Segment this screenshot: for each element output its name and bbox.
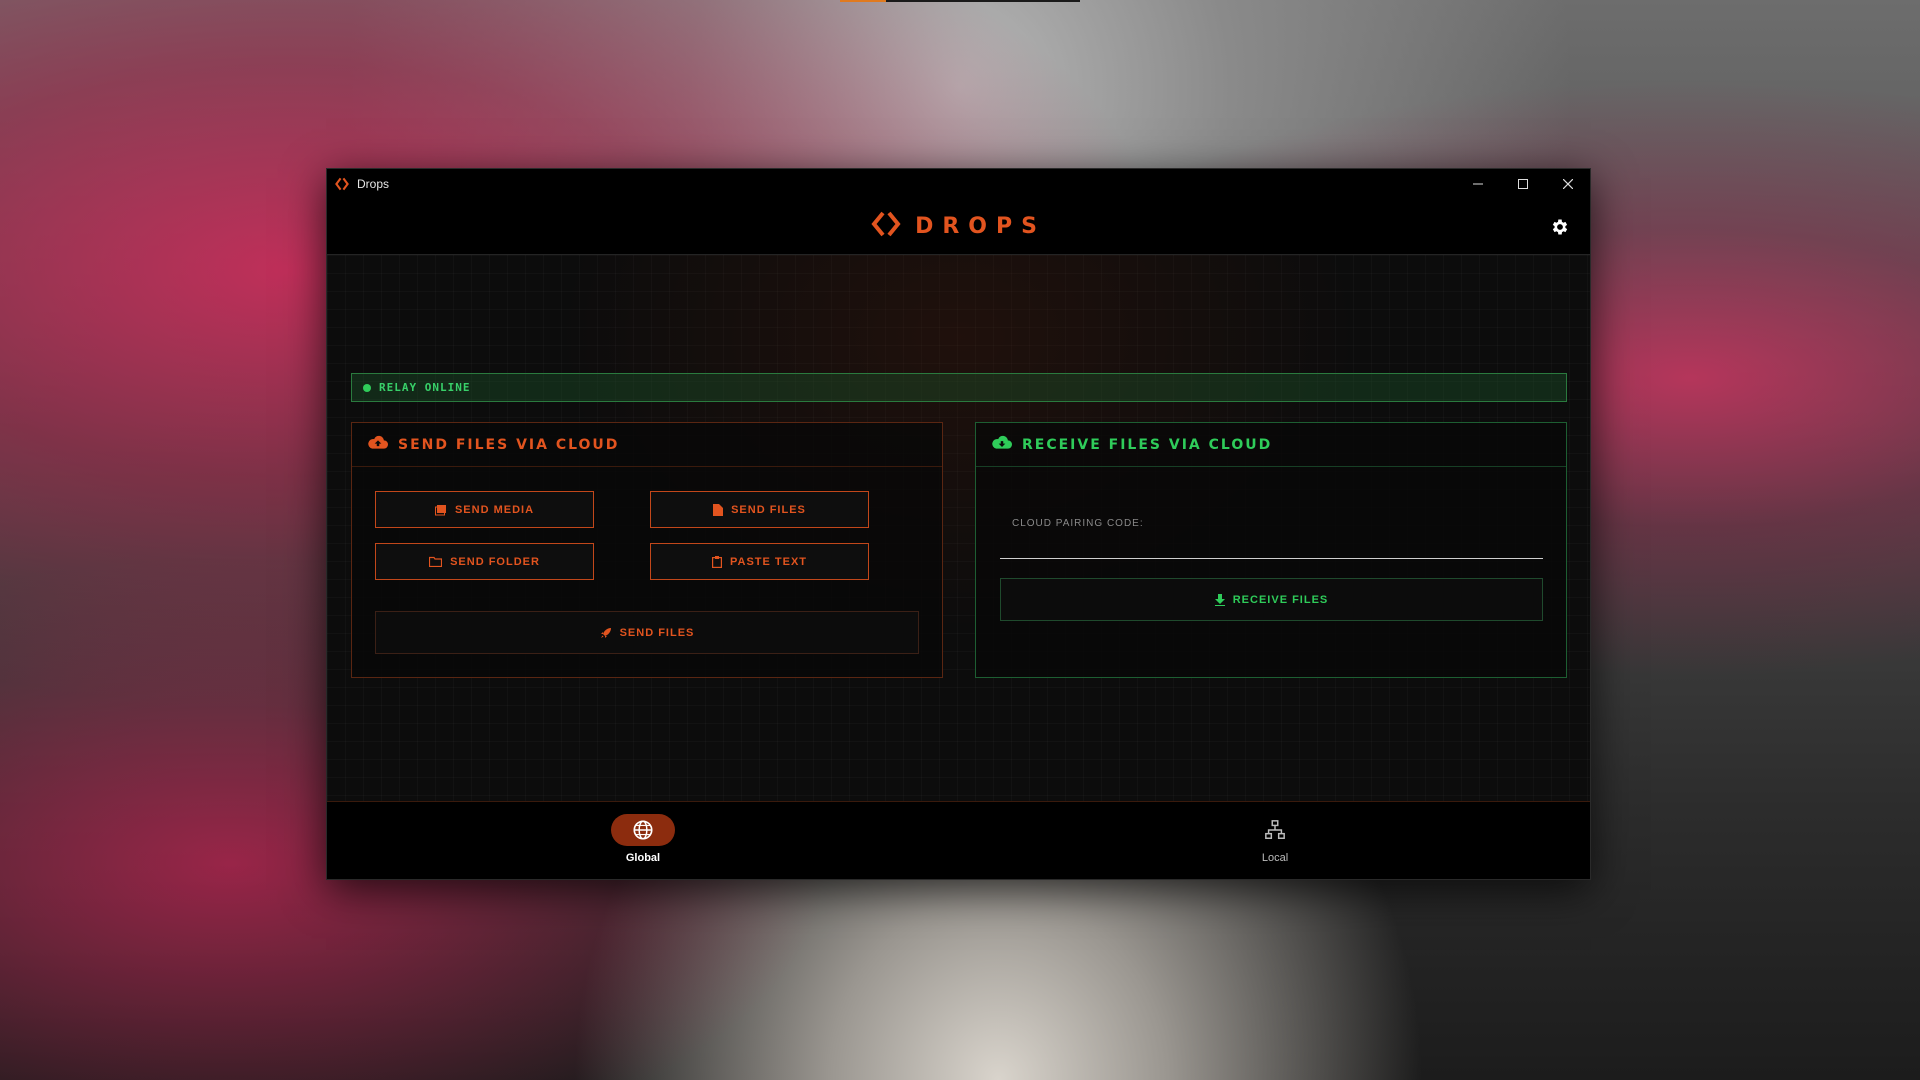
file-icon: [713, 503, 724, 516]
app-header: DROPS: [327, 199, 1590, 255]
network-icon: [1265, 820, 1285, 839]
paste-text-label: PASTE TEXT: [729, 555, 808, 568]
status-dot: [363, 383, 371, 392]
nav-global[interactable]: Global: [583, 814, 703, 864]
send-files-label: SEND FILES: [731, 503, 806, 516]
send-media-label: SEND MEDIA: [454, 503, 535, 516]
brand-name: DROPS: [915, 214, 1046, 239]
send-panel-header: SEND FILES VIA CLOUD: [352, 423, 942, 467]
globe-icon: [633, 820, 653, 840]
send-files-primary-label: SEND FILES: [619, 626, 695, 639]
maximize-icon: [1517, 179, 1528, 189]
main-content: RELAY ONLINE SEND FILES VIA CLOUD SEND M…: [327, 255, 1590, 801]
receive-panel-header: RECEIVE FILES VIA CLOUD: [976, 423, 1566, 467]
relay-status-bar: RELAY ONLINE: [351, 373, 1567, 402]
cloud-upload-icon: [368, 434, 388, 455]
nav-global-label: Global: [625, 852, 661, 864]
drops-logo-icon: [335, 176, 351, 192]
title-bar: Drops: [327, 169, 1590, 199]
receive-panel: RECEIVE FILES VIA CLOUD CLOUD PAIRING CO…: [975, 422, 1567, 678]
nav-local-pill: [1243, 814, 1307, 846]
send-panel: SEND FILES VIA CLOUD SEND MEDIA SEND FIL…: [351, 422, 943, 678]
receive-files-label: RECEIVE FILES: [1232, 593, 1329, 606]
window-title: Drops: [357, 177, 390, 191]
close-icon: [1562, 179, 1573, 189]
nav-local[interactable]: Local: [1215, 814, 1335, 864]
gear-icon: [1552, 219, 1568, 235]
receive-panel-title: RECEIVE FILES VIA CLOUD: [1022, 436, 1273, 453]
paste-text-button[interactable]: PASTE TEXT: [650, 543, 869, 580]
send-files-button[interactable]: SEND FILES: [650, 491, 869, 528]
nav-local-label: Local: [1261, 852, 1289, 864]
pairing-code-label: CLOUD PAIRING CODE:: [1012, 518, 1144, 529]
download-icon: [1214, 593, 1225, 606]
window-controls: [1455, 169, 1590, 199]
send-panel-title: SEND FILES VIA CLOUD: [398, 436, 620, 453]
rocket-icon: [600, 627, 611, 638]
send-files-primary-button[interactable]: SEND FILES: [375, 611, 919, 654]
maximize-button[interactable]: [1500, 169, 1545, 199]
drops-logo-icon: [871, 209, 901, 244]
minimize-button[interactable]: [1455, 169, 1500, 199]
receive-files-button[interactable]: RECEIVE FILES: [1000, 578, 1543, 621]
pairing-code-input[interactable]: [1000, 533, 1543, 559]
cloud-download-icon: [992, 434, 1012, 455]
close-button[interactable]: [1545, 169, 1590, 199]
taskbar-hint: [840, 0, 1080, 2]
send-media-button[interactable]: SEND MEDIA: [375, 491, 594, 528]
settings-button[interactable]: [1548, 215, 1572, 239]
folder-icon: [429, 556, 443, 567]
bottom-navigation: Global Local: [327, 801, 1590, 879]
nav-global-pill: [611, 814, 675, 846]
clipboard-icon: [711, 555, 722, 568]
brand: DROPS: [871, 209, 1046, 244]
send-folder-label: SEND FOLDER: [450, 555, 540, 568]
minimize-icon: [1472, 183, 1483, 185]
relay-status-text: RELAY ONLINE: [379, 381, 471, 394]
send-folder-button[interactable]: SEND FOLDER: [375, 543, 594, 580]
image-icon: [434, 504, 446, 515]
app-window: Drops DROPS RELAY ONLINE SEND FILES VIA …: [326, 168, 1591, 880]
